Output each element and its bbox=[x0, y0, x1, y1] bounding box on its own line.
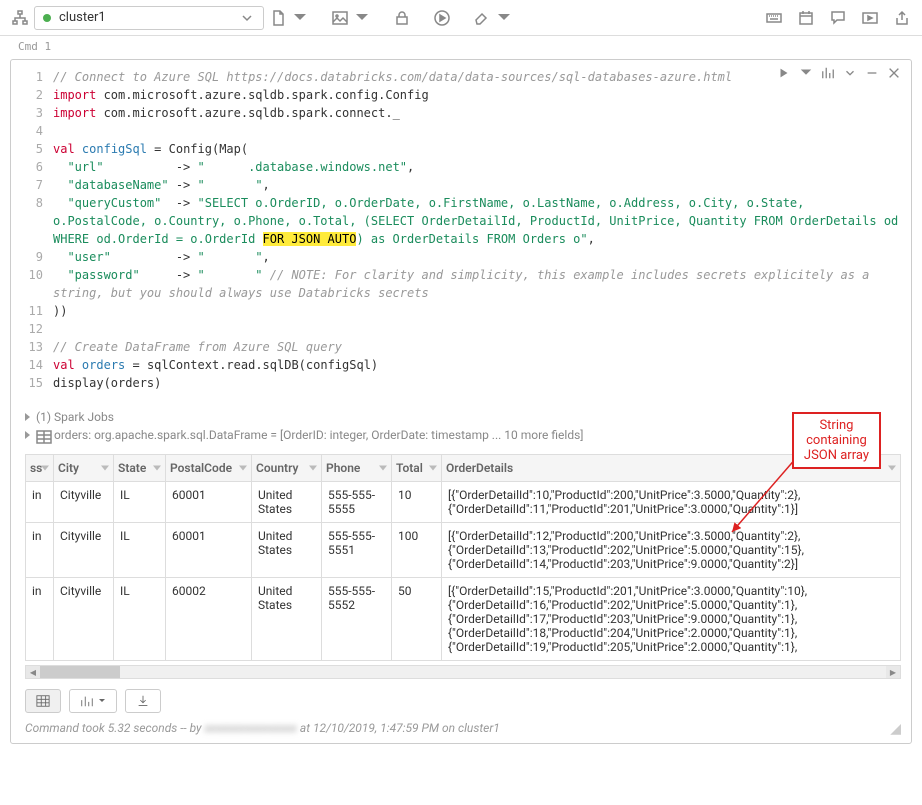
table-view-button[interactable] bbox=[25, 689, 61, 713]
export-icon[interactable] bbox=[894, 10, 910, 26]
run-icon[interactable] bbox=[434, 10, 450, 26]
sitemap-icon[interactable] bbox=[12, 10, 28, 26]
column-header[interactable]: PostalCode bbox=[166, 455, 252, 482]
caret-down-icon[interactable] bbox=[354, 10, 370, 26]
toolbar-left: cluster1 bbox=[12, 6, 760, 30]
json-annotation: String containing JSON array bbox=[792, 412, 881, 469]
calendar-icon[interactable] bbox=[798, 10, 814, 26]
chart-view-button[interactable] bbox=[69, 689, 117, 713]
clear-icon[interactable] bbox=[474, 10, 490, 26]
schema-toggle[interactable]: orders: org.apache.spark.sql.DataFrame =… bbox=[25, 426, 901, 444]
scroll-right-icon[interactable]: ▶ bbox=[886, 666, 900, 678]
spark-jobs-toggle[interactable]: (1) Spark Jobs bbox=[25, 408, 901, 426]
display-controls bbox=[11, 679, 911, 721]
execution-footer: Command took 5.32 seconds -- by xxxxxxxx… bbox=[11, 721, 911, 743]
triangle-right-icon bbox=[25, 413, 30, 421]
caret-down-icon[interactable] bbox=[292, 10, 308, 26]
toolbar-right bbox=[766, 10, 910, 26]
cluster-name: cluster1 bbox=[59, 10, 231, 25]
column-header[interactable]: Total bbox=[392, 455, 442, 482]
cell-controls bbox=[777, 66, 901, 80]
close-icon[interactable] bbox=[887, 66, 901, 80]
column-header[interactable]: ss bbox=[26, 455, 54, 482]
caret-down-icon[interactable] bbox=[799, 66, 813, 80]
cmd-label: Cmd 1 bbox=[0, 36, 922, 55]
chevron-down-icon bbox=[239, 10, 255, 26]
comment-icon[interactable] bbox=[830, 10, 846, 26]
minimize-icon[interactable] bbox=[865, 66, 879, 80]
code-content[interactable]: // Connect to Azure SQL https://docs.dat… bbox=[53, 68, 911, 392]
triangle-right-icon bbox=[25, 431, 30, 439]
result-table-wrapper: String containing JSON array ssCityState… bbox=[25, 454, 901, 661]
chevron-down-icon[interactable] bbox=[843, 66, 857, 80]
column-header[interactable]: City bbox=[54, 455, 114, 482]
file-icon[interactable] bbox=[270, 10, 286, 26]
chart-icon[interactable] bbox=[821, 66, 835, 80]
notebook-cell: 123456789101112131415 // Connect to Azur… bbox=[10, 59, 912, 744]
notebook-toolbar: cluster1 bbox=[0, 0, 922, 36]
cluster-selector[interactable]: cluster1 bbox=[34, 6, 264, 30]
table-icon bbox=[36, 429, 48, 441]
code-editor[interactable]: 123456789101112131415 // Connect to Azur… bbox=[11, 60, 911, 402]
scroll-thumb[interactable] bbox=[40, 666, 120, 678]
arrow-icon bbox=[722, 452, 802, 542]
column-header[interactable]: State bbox=[114, 455, 166, 482]
download-button[interactable] bbox=[125, 689, 161, 713]
output-meta: (1) Spark Jobs orders: org.apache.spark.… bbox=[11, 402, 911, 448]
column-header[interactable]: Country bbox=[252, 455, 322, 482]
horizontal-scrollbar[interactable]: ◀ ▶ bbox=[25, 665, 901, 679]
column-header[interactable]: Phone bbox=[322, 455, 392, 482]
keyboard-icon[interactable] bbox=[766, 10, 782, 26]
run-cell-icon[interactable] bbox=[777, 66, 791, 80]
line-gutter: 123456789101112131415 bbox=[11, 68, 53, 392]
play-video-icon[interactable] bbox=[862, 10, 878, 26]
table-row: inCityvilleIL60002United States555-555-5… bbox=[26, 578, 901, 661]
scroll-left-icon[interactable]: ◀ bbox=[26, 666, 40, 678]
resize-handle-icon[interactable]: ◢ bbox=[890, 721, 901, 737]
image-icon[interactable] bbox=[332, 10, 348, 26]
caret-down-icon[interactable] bbox=[496, 10, 512, 26]
status-dot-icon bbox=[43, 14, 51, 22]
lock-icon[interactable] bbox=[394, 10, 410, 26]
